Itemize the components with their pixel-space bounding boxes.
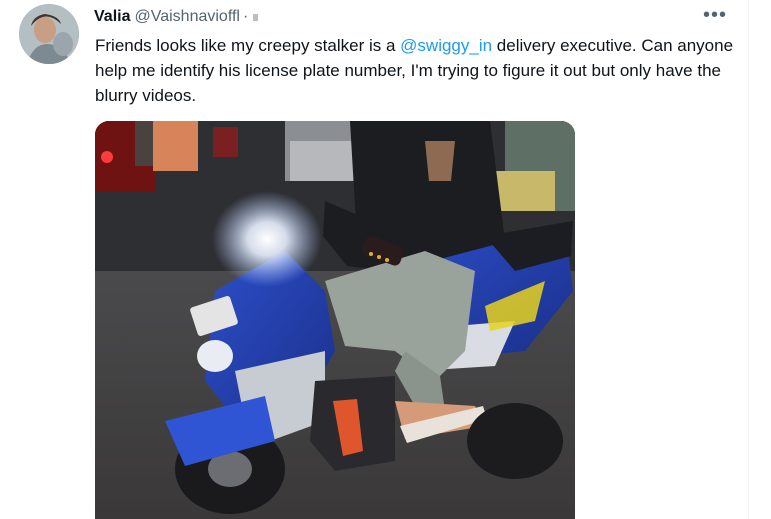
avatar[interactable] [19, 4, 79, 64]
more-horizontal-icon[interactable]: ••• [700, 3, 730, 27]
separator-dot: · [242, 8, 249, 25]
tweet-header: Valia @Vaishnavioffl · [94, 6, 259, 28]
author-name[interactable]: Valia [94, 8, 130, 26]
status-icon [253, 13, 259, 21]
tweet-media[interactable] [95, 121, 575, 519]
author-handle[interactable]: @Vaishnavioffl [134, 8, 239, 26]
tweet-text: Friends looks like my creepy stalker is … [95, 33, 735, 108]
scooter-photo [95, 121, 575, 519]
column-divider [748, 0, 749, 519]
tweet-card[interactable]: Valia @Vaishnavioffl · ••• Friends looks… [0, 0, 771, 519]
mention-link[interactable]: @swiggy_in [400, 36, 492, 55]
tweet-text-before: Friends looks like my creepy stalker is … [95, 36, 401, 55]
avatar-image [19, 4, 79, 64]
